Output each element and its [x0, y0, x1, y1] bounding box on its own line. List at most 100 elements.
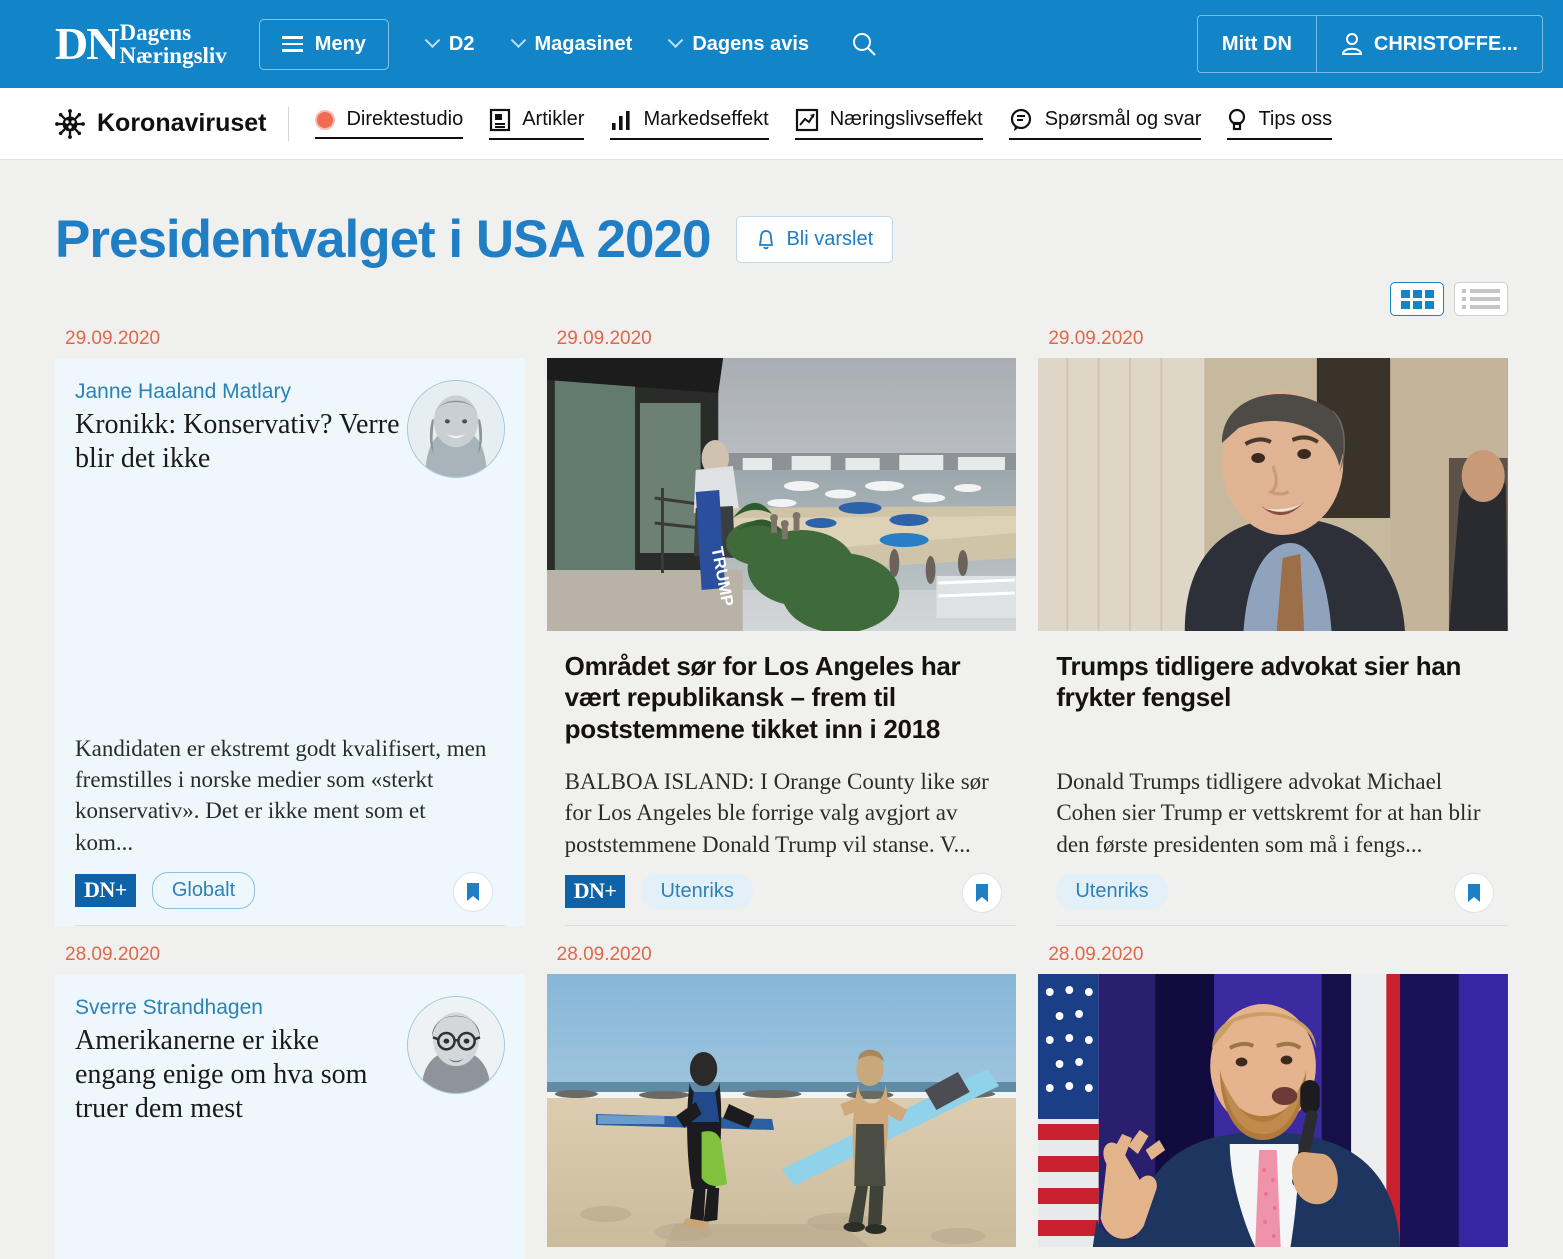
bookmark-button[interactable] [1453, 872, 1494, 913]
nav-item-magasinet-label: Magasinet [534, 32, 633, 55]
article-date: 28.09.2020 [556, 944, 652, 965]
article-lede: Kandidaten er ekstremt godt kvalifisert,… [75, 735, 487, 855]
account-name-label: CHRISTOFFE... [1373, 32, 1518, 55]
dn-plus-badge: DN+ [564, 875, 626, 908]
hamburger-icon [281, 36, 303, 52]
article-thumbnail [546, 974, 1017, 1247]
article-cell: 28.09.2020 Sverre Strandhagen Amerikaner… [55, 926, 525, 1259]
menu-button[interactable]: Meny [258, 18, 389, 70]
subnav-item-markedseffekt[interactable]: Markedseffekt [610, 108, 769, 140]
subnav-brand-koronaviruset[interactable]: Koronaviruset [55, 108, 288, 139]
subnav-item-artikler[interactable]: Artikler [489, 108, 585, 140]
avatar [406, 380, 505, 478]
subnav-item-naringslivseffekt-label: Næringslivseffekt [829, 108, 983, 130]
portrait-woman-icon [407, 381, 504, 477]
bookmark-icon [976, 883, 989, 902]
grid-view-button[interactable] [1390, 282, 1444, 316]
user-icon [1341, 33, 1362, 55]
article-cell: 28.09.2020 [1038, 926, 1508, 1259]
line-chart-icon [795, 108, 818, 131]
article-headline: Trumps tidligere valgkampsjef truet med … [1056, 1247, 1508, 1259]
article-tag[interactable]: Utenriks [641, 874, 753, 909]
subnav-divider [288, 106, 290, 141]
notify-button-label: Bli varslet [786, 228, 874, 250]
subnav-item-tips-oss-label: Tips oss [1258, 108, 1333, 130]
article-headline: Trumps tidligere advokat sier han frykte… [1056, 651, 1462, 713]
article-card-news[interactable]: USA-professor har spådd riktig i alle va… [546, 974, 1017, 1259]
article-footer: Utenriks [1056, 860, 1508, 926]
grid-view-icon [1400, 289, 1434, 309]
site-logo[interactable]: DN Dagens Næringsliv [55, 18, 227, 69]
chevron-down-icon [424, 31, 441, 48]
logo-word-line1: Dagens [119, 20, 192, 45]
top-navigation-bar: DN Dagens Næringsliv Meny D2 Magasinet D… [0, 0, 1563, 88]
article-card-opinion[interactable]: Sverre Strandhagen Amerikanerne er ikke … [55, 974, 525, 1259]
search-button[interactable] [851, 31, 877, 57]
two-surfers-on-beach-image [546, 974, 1017, 1247]
article-card-news[interactable]: Trumps tidligere advokat sier han frykte… [1038, 358, 1508, 926]
speech-bubble-icon [1010, 108, 1031, 131]
article-lede: BALBOA ISLAND: I Orange County like sør … [564, 769, 989, 857]
account-group: Mitt DN CHRISTOFFE... [1196, 15, 1543, 73]
article-cell: 29.09.2020 Janne Haaland Matlary Kronikk… [55, 322, 525, 926]
article-headline: USA-professor har spådd riktig i alle va… [565, 1247, 1017, 1259]
article-tag[interactable]: Globalt [151, 872, 256, 909]
brad-parscale-speaking-image [1038, 974, 1508, 1247]
view-toggle-group [55, 282, 1508, 316]
article-cell: 29.09.2020 [1038, 322, 1508, 926]
subnav-item-direktestudio[interactable]: Direktestudio [315, 108, 464, 139]
subnav-item-direktestudio-label: Direktestudio [346, 108, 464, 130]
article-icon [490, 108, 511, 131]
live-dot-icon [315, 109, 336, 130]
nav-item-magasinet[interactable]: Magasinet [510, 31, 633, 56]
balboa-island-waterfront-image: TRUMP [546, 358, 1017, 631]
bookmark-button[interactable] [962, 872, 1003, 913]
article-headline: Kronikk: Konservativ? Verre blir det ikk… [75, 409, 400, 475]
bar-chart-icon [612, 110, 631, 130]
article-thumbnail: TRUMP [546, 358, 1017, 631]
subnav-item-naringslivseffekt[interactable]: Næringslivseffekt [794, 108, 983, 140]
bookmark-button[interactable] [452, 871, 493, 912]
article-footer: DN+ Globalt [75, 858, 505, 926]
subnav-brand-label: Koronaviruset [97, 109, 267, 137]
dn-plus-badge: DN+ [75, 874, 136, 907]
article-headline: Området sør for Los Angeles har vært rep… [564, 651, 961, 744]
article-cell: 29.09.2020 [546, 322, 1017, 926]
subnav-item-sporsmal-og-svar[interactable]: Spørsmål og svar [1008, 108, 1202, 140]
article-headline: Amerikanerne er ikke engang enige om hva… [75, 1025, 368, 1125]
article-card-news[interactable]: TRUMP Området sør for Los Angeles har væ… [546, 358, 1017, 926]
bell-icon [759, 229, 774, 249]
article-card-news[interactable]: Trumps tidligere valgkampsjef truet med … [1038, 974, 1508, 1259]
nav-item-d2[interactable]: D2 [424, 31, 475, 56]
nav-item-dagens-avis-label: Dagens avis [692, 32, 810, 55]
article-card-opinion[interactable]: Janne Haaland Matlary Kronikk: Konservat… [55, 358, 525, 926]
article-grid-row-1: 29.09.2020 Janne Haaland Matlary Kronikk… [55, 322, 1508, 926]
corona-subnav: Koronaviruset Direktestudio Artikler Mar… [0, 88, 1563, 160]
menu-button-label: Meny [314, 32, 366, 55]
lightbulb-icon [1229, 108, 1246, 130]
mitt-dn-button[interactable]: Mitt DN [1198, 16, 1316, 72]
search-icon [853, 33, 876, 56]
logo-wordmark: Dagens Næringsliv [119, 21, 226, 67]
article-date: 29.09.2020 [556, 328, 652, 349]
nav-item-dagens-avis[interactable]: Dagens avis [668, 31, 810, 56]
page-header: Presidentvalget i USA 2020 Bli varslet [55, 160, 1508, 282]
article-date: 28.09.2020 [65, 944, 161, 965]
article-tag[interactable]: Utenriks [1056, 874, 1168, 909]
logo-word-line2: Næringsliv [119, 43, 227, 68]
chevron-down-icon [510, 31, 526, 48]
mitt-dn-label: Mitt DN [1221, 32, 1292, 55]
account-button[interactable]: CHRISTOFFE... [1315, 16, 1542, 72]
portrait-man-glasses-icon [407, 997, 504, 1093]
subnav-item-tips-oss[interactable]: Tips oss [1227, 108, 1333, 140]
notify-button[interactable]: Bli varslet [736, 216, 894, 263]
virus-icon [55, 108, 85, 139]
logo-dn-mark: DN [55, 18, 119, 69]
bookmark-icon [466, 882, 479, 901]
article-thumbnail [1038, 974, 1508, 1247]
article-cell: 28.09.2020 [546, 926, 1017, 1259]
list-view-button[interactable] [1454, 282, 1508, 316]
article-date: 28.09.2020 [1048, 944, 1144, 965]
article-date: 29.09.2020 [65, 328, 161, 349]
article-thumbnail [1038, 358, 1508, 631]
